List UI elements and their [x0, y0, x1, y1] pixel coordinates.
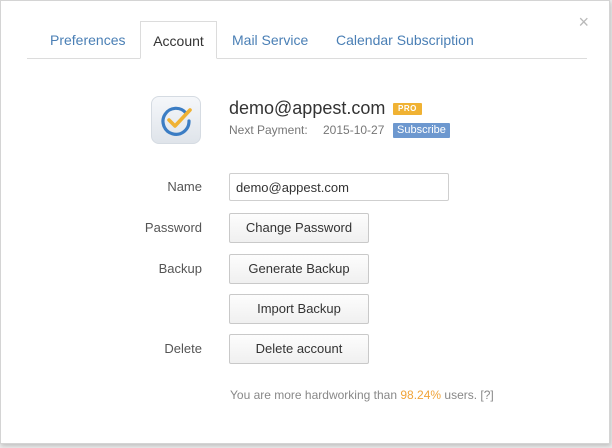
account-email: demo@appest.com: [229, 98, 386, 118]
app-logo: [151, 96, 201, 144]
next-payment-label: Next Payment:: [229, 123, 308, 137]
delete-account-button[interactable]: Delete account: [229, 334, 369, 364]
settings-tabs: Preferences Account Mail Service Calenda…: [27, 21, 587, 59]
account-settings-dialog: × Preferences Account Mail Service Calen…: [0, 0, 610, 444]
import-backup-button[interactable]: Import Backup: [229, 294, 369, 324]
change-password-button[interactable]: Change Password: [229, 213, 369, 243]
stats-suffix: users.: [444, 388, 478, 402]
subscribe-button[interactable]: Subscribe: [393, 123, 450, 138]
password-label: Password: [144, 220, 202, 235]
name-label: Name: [167, 179, 202, 194]
next-payment-date: 2015-10-27: [323, 123, 385, 137]
tab-preferences[interactable]: Preferences: [38, 21, 137, 58]
generate-backup-button[interactable]: Generate Backup: [229, 254, 369, 284]
stats-help-link[interactable]: [?]: [480, 388, 493, 402]
tab-mail-service[interactable]: Mail Service: [220, 21, 320, 58]
hardworking-stats: You are more hardworking than 98.24% use…: [230, 388, 494, 402]
tab-account[interactable]: Account: [140, 21, 217, 59]
name-input[interactable]: [229, 173, 449, 201]
checkmark-circle-icon: [161, 106, 192, 136]
stats-prefix: You are more hardworking than: [230, 388, 397, 402]
stats-percent: 98.24%: [400, 388, 442, 402]
pro-badge: PRO: [393, 103, 422, 115]
delete-label: Delete: [164, 341, 202, 356]
tab-calendar-subscription[interactable]: Calendar Subscription: [324, 21, 486, 58]
backup-label: Backup: [158, 261, 202, 276]
